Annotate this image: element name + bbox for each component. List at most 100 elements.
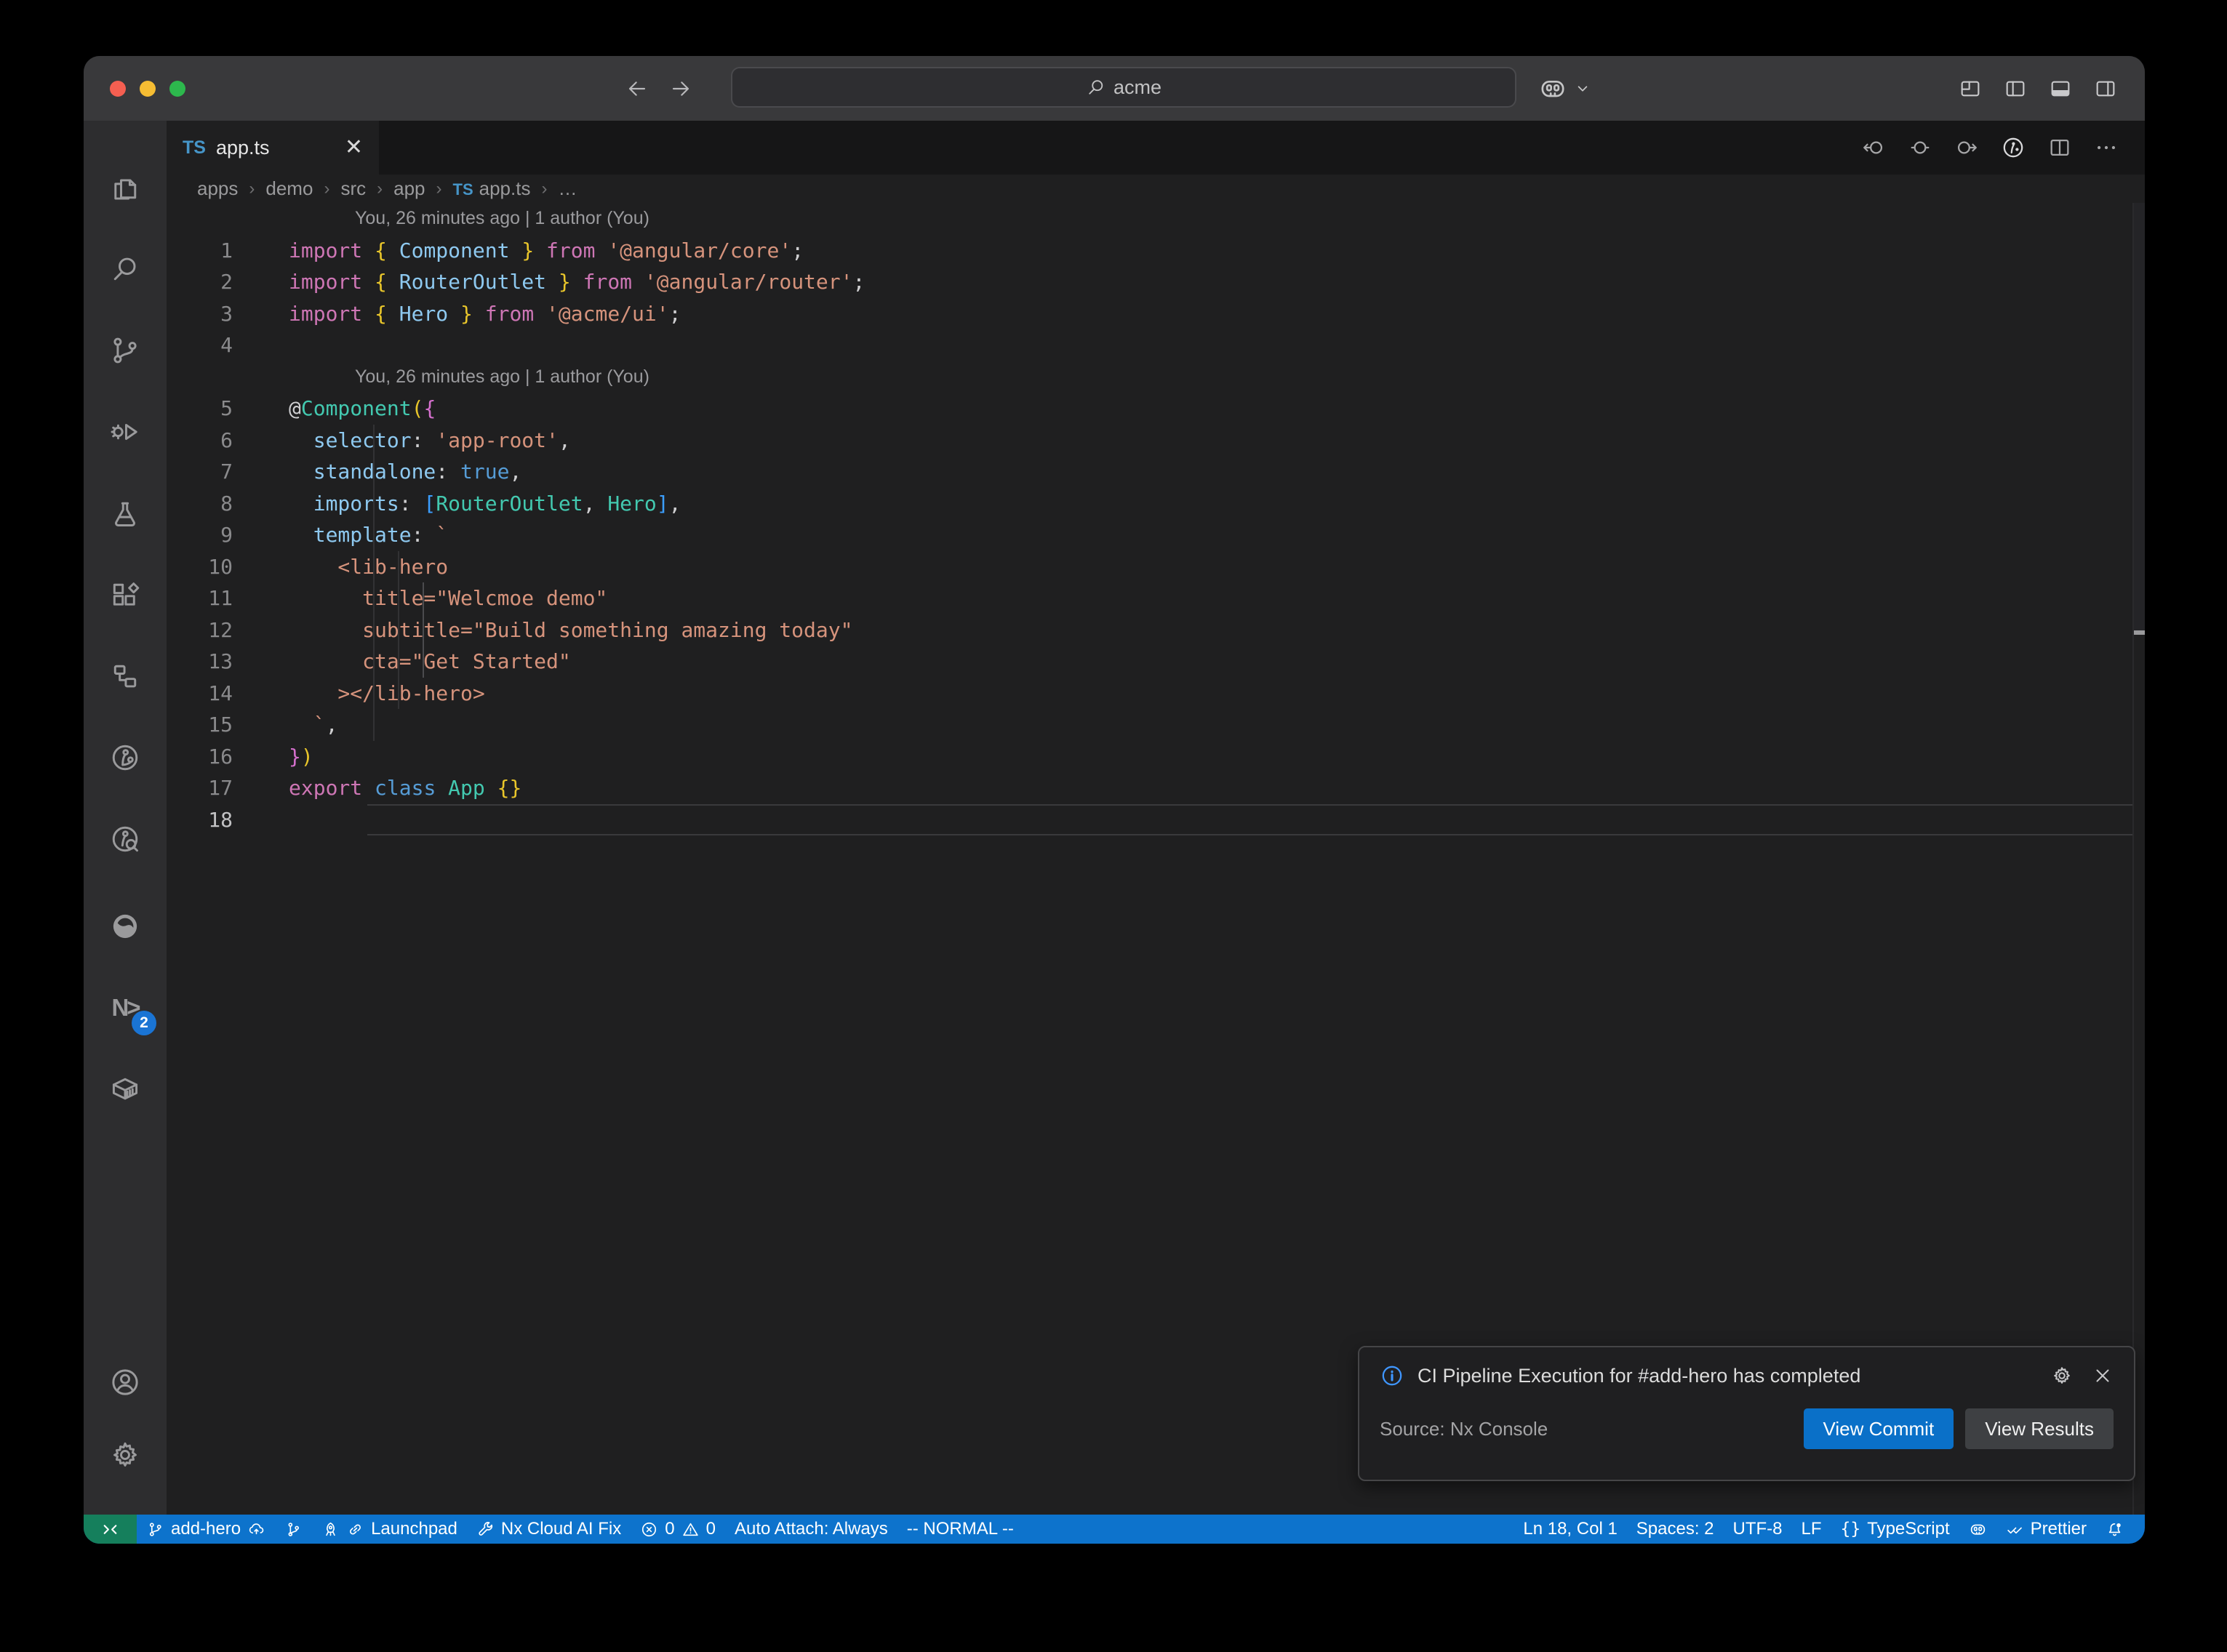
panel-left-icon[interactable] [2004, 77, 2027, 100]
history-back-button[interactable] [625, 77, 649, 100]
code-text: standalone: true, [289, 460, 521, 484]
branch-status[interactable]: add-hero [137, 1515, 275, 1544]
code-line[interactable]: 14 ></lib-hero> [167, 678, 2145, 710]
code-line[interactable]: 9 template: ` [167, 519, 2145, 551]
code-line[interactable]: 2import { RouterOutlet } from '@angular/… [167, 266, 2145, 298]
code-line[interactable]: 17export class App {} [167, 772, 2145, 804]
tab-close-icon[interactable]: ✕ [345, 137, 363, 159]
problems-status-label: 0 [665, 1519, 674, 1539]
code-line[interactable]: 12 subtitle="Build something amazing tod… [167, 614, 2145, 646]
code-editor[interactable]: You, 26 minutes ago | 1 author (You)1imp… [167, 203, 2145, 1515]
graph-circle-icon[interactable] [2001, 135, 2026, 160]
launchpad-status[interactable]: Launchpad [312, 1515, 467, 1544]
activity-item-swirl-disc[interactable] [84, 886, 167, 967]
indentation[interactable]: Spaces: 2 [1627, 1515, 1724, 1544]
problems-status[interactable]: 00 [631, 1515, 725, 1544]
activity-item-extensions[interactable] [84, 554, 167, 635]
prettier-status[interactable]: Prettier [1996, 1515, 2096, 1544]
testing-icon [109, 497, 141, 529]
tab-app-ts[interactable]: TS app.ts ✕ [167, 121, 379, 175]
search-icon [1086, 77, 1106, 97]
activity-item-gitlens[interactable] [84, 717, 167, 798]
auto-attach[interactable]: Auto Attach: Always [725, 1515, 897, 1544]
nx-cloud-ai-fix[interactable]: Nx Cloud AI Fix [467, 1515, 631, 1544]
indent-guide [373, 425, 375, 741]
split-editor-icon[interactable] [2047, 135, 2072, 160]
notifications-bell[interactable] [2096, 1515, 2133, 1544]
nav-forward-circle-icon[interactable] [1954, 135, 1979, 160]
breadcrumb-item[interactable]: app [393, 177, 425, 200]
activity-item-run-debug[interactable] [84, 391, 167, 473]
code-text: import { Component } from '@angular/core… [289, 238, 804, 262]
activity-item-boxes[interactable] [84, 635, 167, 717]
indentation-label: Spaces: 2 [1636, 1519, 1714, 1539]
notification-toast: CI Pipeline Execution for #add-hero has … [1358, 1346, 2135, 1481]
code-line[interactable]: 3import { Hero } from '@acme/ui'; [167, 298, 2145, 330]
command-center-search[interactable]: acme [731, 67, 1516, 108]
eol[interactable]: LF [1792, 1515, 1831, 1544]
git-blame-annotation[interactable]: You, 26 minutes ago | 1 author (You) [167, 203, 2145, 235]
code-line[interactable]: 1import { Component } from '@angular/cor… [167, 235, 2145, 267]
language-mode[interactable]: {}TypeScript [1831, 1515, 1959, 1544]
git-blame-annotation[interactable]: You, 26 minutes ago | 1 author (You) [167, 361, 2145, 393]
code-line[interactable]: 10 <lib-hero [167, 551, 2145, 583]
code-text: selector: 'app-root', [289, 428, 571, 452]
zoom-window-button[interactable] [169, 81, 185, 97]
vim-mode[interactable]: -- NORMAL -- [897, 1515, 1023, 1544]
gitlens-icon [109, 742, 141, 774]
activity-item-search[interactable] [84, 228, 167, 310]
prettier-status-label: Prettier [2031, 1519, 2087, 1539]
breadcrumb-item[interactable]: apps [197, 177, 238, 200]
activity-item-gitlens-inspect[interactable] [84, 798, 167, 880]
panel-bottom-icon[interactable] [2049, 77, 2072, 100]
close-window-button[interactable] [110, 81, 126, 97]
code-text: import { Hero } from '@acme/ui'; [289, 302, 681, 326]
view-commit-button[interactable]: View Commit [1804, 1408, 1954, 1449]
copilot-status[interactable] [1959, 1515, 1996, 1544]
activity-item-settings-gear[interactable] [84, 1419, 167, 1491]
activity-item-testing[interactable] [84, 473, 167, 554]
nav-back-circle-icon[interactable] [1861, 135, 1886, 160]
code-line[interactable]: 8 imports: [RouterOutlet, Hero], [167, 488, 2145, 520]
layout-icon[interactable] [1959, 77, 1982, 100]
history-forward-button[interactable] [669, 77, 692, 100]
breadcrumb-item[interactable]: demo [265, 177, 313, 200]
cursor-position[interactable]: Ln 18, Col 1 [1514, 1515, 1626, 1544]
activity-item-container[interactable] [84, 1048, 167, 1130]
cursor-position-label: Ln 18, Col 1 [1523, 1519, 1617, 1539]
code-text: ></lib-hero> [289, 681, 485, 705]
panel-right-icon[interactable] [2094, 77, 2117, 100]
error-circle-icon [640, 1520, 658, 1539]
breadcrumb-item[interactable]: src [340, 177, 366, 200]
encoding[interactable]: UTF-8 [1724, 1515, 1792, 1544]
code-line[interactable]: 4 [167, 329, 2145, 361]
nav-circle-icon[interactable] [1908, 135, 1932, 160]
notification-settings-gear-icon[interactable] [2051, 1365, 2073, 1387]
code-line[interactable]: 15 `, [167, 709, 2145, 741]
code-line[interactable]: 6 selector: 'app-root', [167, 425, 2145, 457]
activity-item-source-control[interactable] [84, 310, 167, 391]
code-line[interactable]: 11 title="Welcmoe demo" [167, 582, 2145, 614]
editor-scrollbar[interactable] [2132, 203, 2145, 1515]
code-line[interactable]: 5@Component({ [167, 393, 2145, 425]
minimize-window-button[interactable] [140, 81, 156, 97]
code-line[interactable]: 16}) [167, 741, 2145, 773]
code-text: import { RouterOutlet } from '@angular/r… [289, 270, 865, 294]
activity-item-files[interactable] [84, 147, 167, 228]
ellipsis-icon[interactable] [2094, 135, 2119, 160]
remote-indicator[interactable] [84, 1515, 137, 1544]
launchpad-status-label: Launchpad [371, 1519, 457, 1539]
activity-item-nx[interactable]: N>2 [84, 967, 167, 1048]
remote-icon [101, 1520, 119, 1539]
problems-status-label: 0 [706, 1519, 716, 1539]
notification-close-icon[interactable] [2092, 1365, 2114, 1387]
code-line[interactable]: 7 standalone: true, [167, 456, 2145, 488]
view-results-button[interactable]: View Results [1965, 1408, 2114, 1449]
breadcrumb-item[interactable]: … [558, 177, 577, 200]
activity-item-account[interactable] [84, 1346, 167, 1419]
breadcrumb-item[interactable]: TSapp.ts [453, 177, 531, 200]
git-graph-status[interactable] [275, 1515, 312, 1544]
code-line[interactable]: 13 cta="Get Started" [167, 646, 2145, 678]
copilot-menu-button[interactable] [1538, 56, 1592, 121]
status-bar: add-heroLaunchpadNx Cloud AI Fix00Auto A… [84, 1515, 2145, 1544]
